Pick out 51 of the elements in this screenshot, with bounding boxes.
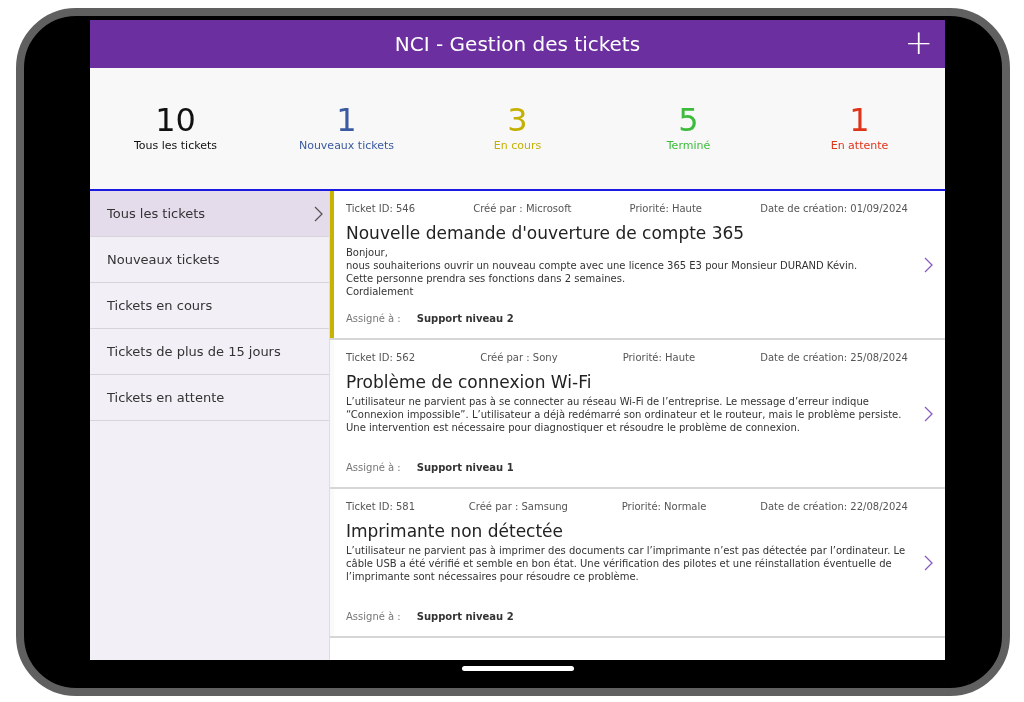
ticket-description: L’utilisateur ne parvient pas à imprimer des documents car l’imprimante n’est pas détectée par l’ordinateur. Le câble USB a été vérifié et semble en bon état. Une vérification des pilotes et une réinstallation éventuelle de l’imprimante sont nécessaires pour résoudre ce problème. bbox=[346, 544, 907, 583]
stat-label: Tous les tickets bbox=[133, 138, 217, 154]
ticket-description: L’utilisateur ne parvient pas à se connecter au réseau Wi-Fi de l’entreprise. Le message d’erreur indique “Connexion impossible”. L’utilisateur a déjà redémarré son ordinateur et le routeur, mais le problème persiste. Une intervention est nécessaire pour diagnostiquer et résoudre le problème de connexion. bbox=[346, 395, 903, 434]
assigned-to: Support niveau 1 bbox=[416, 461, 514, 475]
ticket-title: Problème de connexion Wi-Fi bbox=[346, 371, 593, 393]
creation-date: Date de création: 01/09/2024 bbox=[760, 202, 908, 216]
stat-count: 3 bbox=[507, 102, 528, 138]
chevron-right-icon bbox=[314, 205, 323, 222]
chevron-right-icon bbox=[924, 256, 933, 273]
stat-count: 10 bbox=[155, 102, 196, 138]
stat-count: 1 bbox=[849, 102, 870, 138]
ticket-card[interactable] bbox=[330, 340, 945, 489]
stat-label: Terminé bbox=[666, 138, 711, 154]
sidebar-item[interactable]: Tickets en cours bbox=[90, 283, 329, 329]
ticket-description: Cordialement bbox=[346, 285, 415, 298]
ticket-priority: Priorité: Normale bbox=[621, 500, 707, 514]
sidebar-item[interactable]: Tickets de plus de 15 jours bbox=[90, 329, 329, 375]
created-by: Créé par : Microsoft bbox=[473, 202, 572, 216]
ticket-description: nous souhaiterions ouvrir un nouveau compte avec une licence 365 E3 pour Monsieur DURAND Kévin. bbox=[346, 259, 859, 272]
ticket-title: Nouvelle demande d'ouverture de compte 365 bbox=[346, 222, 746, 244]
ticket-priority: Priorité: Haute bbox=[629, 202, 703, 216]
stat-label: En attente bbox=[830, 138, 889, 154]
add-button[interactable]: + bbox=[904, 24, 933, 60]
ticket-priority: Priorité: Haute bbox=[622, 351, 696, 365]
sidebar-item[interactable]: Nouveaux tickets bbox=[90, 237, 329, 283]
chevron-right-icon bbox=[924, 405, 933, 422]
ticket-id: Ticket ID: 562 bbox=[346, 351, 416, 365]
creation-date: Date de création: 22/08/2024 bbox=[760, 500, 908, 514]
ticket-description: Bonjour, bbox=[346, 246, 389, 259]
ticket-card[interactable] bbox=[330, 489, 945, 638]
ticket-description: Cette personne prendra ses fonctions dans 2 semaines. bbox=[346, 272, 627, 285]
assigned-label: Assigné à : bbox=[346, 610, 401, 624]
sidebar-item[interactable]: Tickets en attente bbox=[90, 375, 329, 421]
stat-label: Nouveaux tickets bbox=[298, 138, 395, 154]
ticket-title: Imprimante non détectée bbox=[346, 520, 564, 542]
ticket-card[interactable] bbox=[330, 191, 945, 340]
assigned-label: Assigné à : bbox=[346, 312, 401, 326]
assigned-to: Support niveau 2 bbox=[416, 312, 514, 326]
created-by: Créé par : Sony bbox=[480, 351, 558, 365]
ticket-id: Ticket ID: 546 bbox=[346, 202, 416, 216]
assigned-to: Support niveau 2 bbox=[416, 610, 514, 624]
ticket-id: Ticket ID: 581 bbox=[346, 500, 416, 514]
creation-date: Date de création: 25/08/2024 bbox=[760, 351, 908, 365]
app-title: NCI - Gestion des tickets bbox=[394, 31, 641, 58]
created-by: Créé par : Samsung bbox=[468, 500, 568, 514]
assigned-label: Assigné à : bbox=[346, 461, 401, 475]
stat-count: 1 bbox=[336, 102, 357, 138]
sidebar-item[interactable]: Tous les tickets bbox=[90, 191, 329, 237]
stat-count: 5 bbox=[678, 102, 699, 138]
chevron-right-icon bbox=[924, 554, 933, 571]
stat-label: En cours bbox=[493, 138, 542, 154]
